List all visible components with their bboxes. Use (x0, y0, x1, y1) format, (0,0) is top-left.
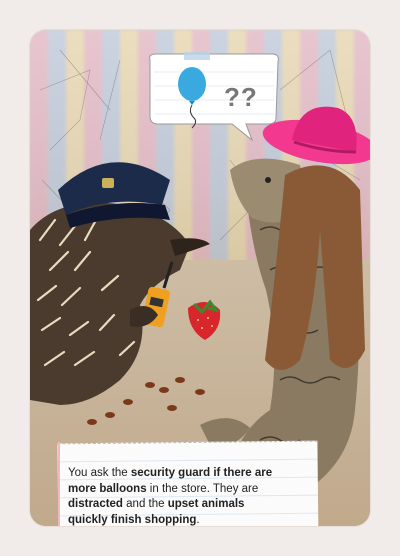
story-caption: You ask the security guard if there are … (68, 466, 278, 526)
caption-text: in the store. They are (146, 482, 259, 495)
speech-bubble (149, 52, 279, 142)
speech-bubble-question-marks: ?? (224, 82, 258, 112)
story-card: ?? You ask the security guard if there a… (30, 30, 370, 526)
caption-bold-distracted: distracted (68, 498, 123, 510)
strawberry-icon (188, 299, 221, 340)
notebook-margin-line (58, 442, 60, 526)
caption-text: You ask the (68, 467, 131, 479)
police-cap (58, 162, 170, 228)
caption-text: . (196, 513, 200, 526)
echidna-security-guard (30, 162, 210, 405)
caption-text: and the (122, 498, 168, 510)
